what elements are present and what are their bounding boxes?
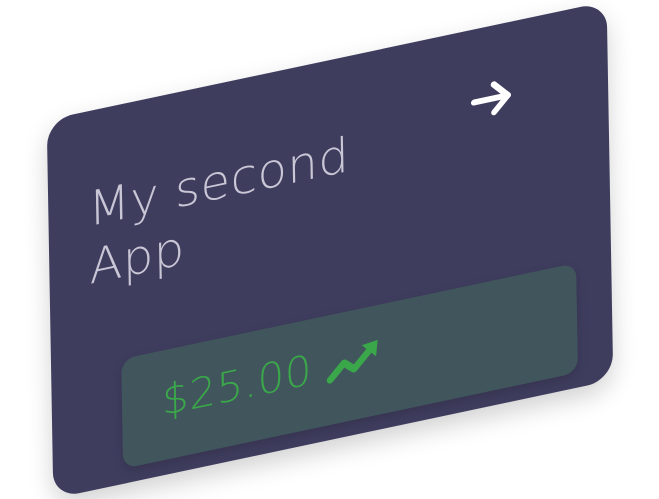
price-value: $25.00 bbox=[161, 344, 313, 426]
trending-up-icon bbox=[326, 339, 378, 384]
app-title: My second App bbox=[87, 127, 350, 296]
price-panel: $25.00 bbox=[121, 262, 579, 469]
app-card[interactable]: My second App $25.00 bbox=[46, 1, 614, 499]
screen: My second App $25.00 bbox=[0, 0, 659, 499]
arrow-right-icon[interactable] bbox=[468, 68, 519, 128]
